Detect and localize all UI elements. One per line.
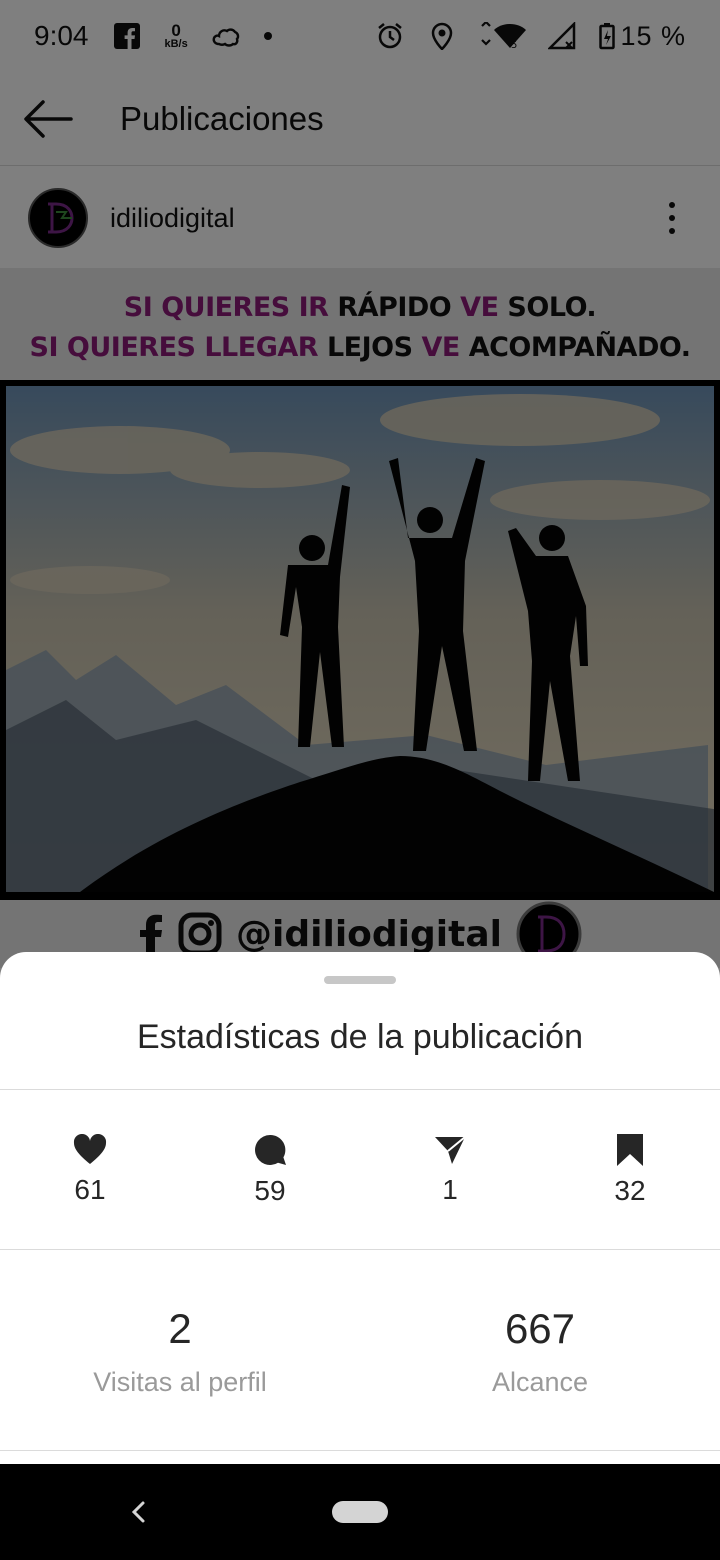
sheet-title: Estadísticas de la publicación xyxy=(136,1018,584,1056)
stat-reach: 667 Alcance xyxy=(360,1252,720,1450)
metric-value: 32 xyxy=(614,1175,646,1206)
metric-comments: 59 xyxy=(180,1090,360,1250)
heart-icon xyxy=(73,1134,107,1164)
sheet-drag-handle[interactable] xyxy=(324,976,396,984)
stat-value: 2 xyxy=(168,1304,192,1352)
post-insights-sheet: Estadísticas de la publicación 61 59 1 3… xyxy=(0,952,720,1464)
nav-home-button[interactable] xyxy=(332,1501,388,1523)
chevron-left-icon xyxy=(131,1501,145,1523)
metric-value: 1 xyxy=(442,1174,458,1205)
metric-shares: 1 xyxy=(360,1090,540,1250)
stat-value: 667 xyxy=(504,1304,576,1352)
divider xyxy=(0,1249,720,1250)
metric-likes: 61 xyxy=(0,1090,180,1250)
stat-profile-visits: 2 Visitas al perfil xyxy=(0,1252,360,1450)
metric-value: 59 xyxy=(254,1175,286,1206)
stat-label: Visitas al perfil xyxy=(93,1366,267,1397)
nav-back-button[interactable] xyxy=(118,1492,158,1532)
metric-saves: 32 xyxy=(540,1090,720,1250)
comment-icon xyxy=(255,1134,286,1165)
metric-value: 61 xyxy=(74,1174,106,1205)
reach-stats: 2 Visitas al perfil 667 Alcance xyxy=(0,1252,720,1450)
bookmark-icon xyxy=(617,1134,643,1166)
divider xyxy=(0,1450,720,1451)
stat-label: Alcance xyxy=(491,1366,589,1397)
send-icon xyxy=(435,1136,466,1164)
system-navigation-bar xyxy=(0,1464,720,1560)
engagement-metrics: 61 59 1 32 xyxy=(0,1090,720,1250)
